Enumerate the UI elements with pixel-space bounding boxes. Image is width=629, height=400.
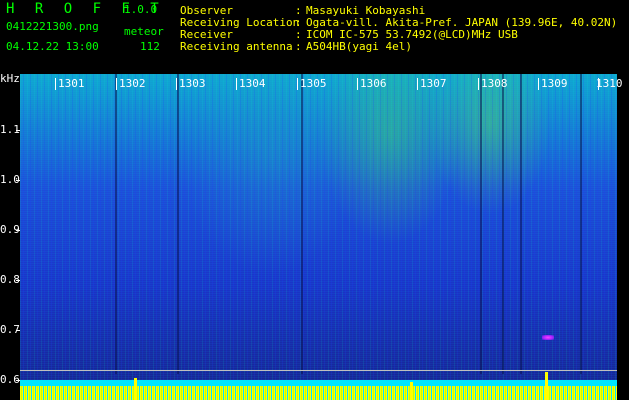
- vertical-streak: [520, 74, 522, 374]
- header-panel: H R O F F T 1.0.0 0412221300.png meteor …: [0, 0, 629, 74]
- plot-right-margin: [617, 74, 629, 400]
- reference-line: [20, 370, 617, 371]
- y-axis-unit: kHz: [0, 72, 20, 85]
- vertical-streak: [177, 74, 179, 374]
- x-tick-mark: [176, 78, 177, 90]
- vertical-streak: [502, 74, 504, 374]
- meteor-count: 112: [140, 40, 160, 53]
- x-tick-label: 1302: [119, 77, 146, 90]
- x-tick-label: 1308: [481, 77, 508, 90]
- x-tick-mark: [236, 78, 237, 90]
- x-tick-mark: [478, 78, 479, 90]
- signal-spike: [134, 378, 137, 400]
- y-tick-mark: [16, 330, 20, 331]
- antenna-value: A504HB(yagi 4el): [306, 40, 412, 53]
- x-tick-label: 1303: [179, 77, 206, 90]
- x-tick-label: 1309: [541, 77, 568, 90]
- x-tick-label: 1310: [596, 77, 623, 90]
- y-tick-mark: [16, 230, 20, 231]
- spectrogram-plot: [20, 74, 617, 400]
- x-tick-mark: [297, 78, 298, 90]
- x-tick-mark: [116, 78, 117, 90]
- y-tick-mark: [16, 280, 20, 281]
- x-tick-mark: [55, 78, 56, 90]
- app-version: 1.0.0: [124, 3, 158, 16]
- signal-spike: [545, 372, 548, 400]
- x-tick-label: 1305: [300, 77, 327, 90]
- colon: :: [295, 40, 302, 53]
- x-tick-mark: [417, 78, 418, 90]
- signal-level-trace: [20, 386, 617, 400]
- antenna-label: Receiving antenna: [180, 40, 293, 53]
- x-tick-mark: [357, 78, 358, 90]
- x-tick-label: 1304: [239, 77, 266, 90]
- meteor-echo-blip: [542, 335, 554, 340]
- y-tick-mark: [16, 130, 20, 131]
- x-tick-label: 1307: [420, 77, 447, 90]
- x-tick-label: 1301: [58, 77, 85, 90]
- x-tick-mark: [538, 78, 539, 90]
- signal-spike: [410, 382, 413, 400]
- date-time: 04.12.22 13:00: [6, 40, 99, 53]
- vertical-streak: [580, 74, 582, 374]
- vertical-streak: [115, 74, 117, 374]
- vertical-streak: [480, 74, 482, 374]
- vertical-streak: [301, 74, 303, 374]
- y-tick-mark: [16, 180, 20, 181]
- file-name: 0412221300.png: [6, 20, 99, 33]
- x-tick-label: 1306: [360, 77, 387, 90]
- meteor-label: meteor: [124, 25, 164, 38]
